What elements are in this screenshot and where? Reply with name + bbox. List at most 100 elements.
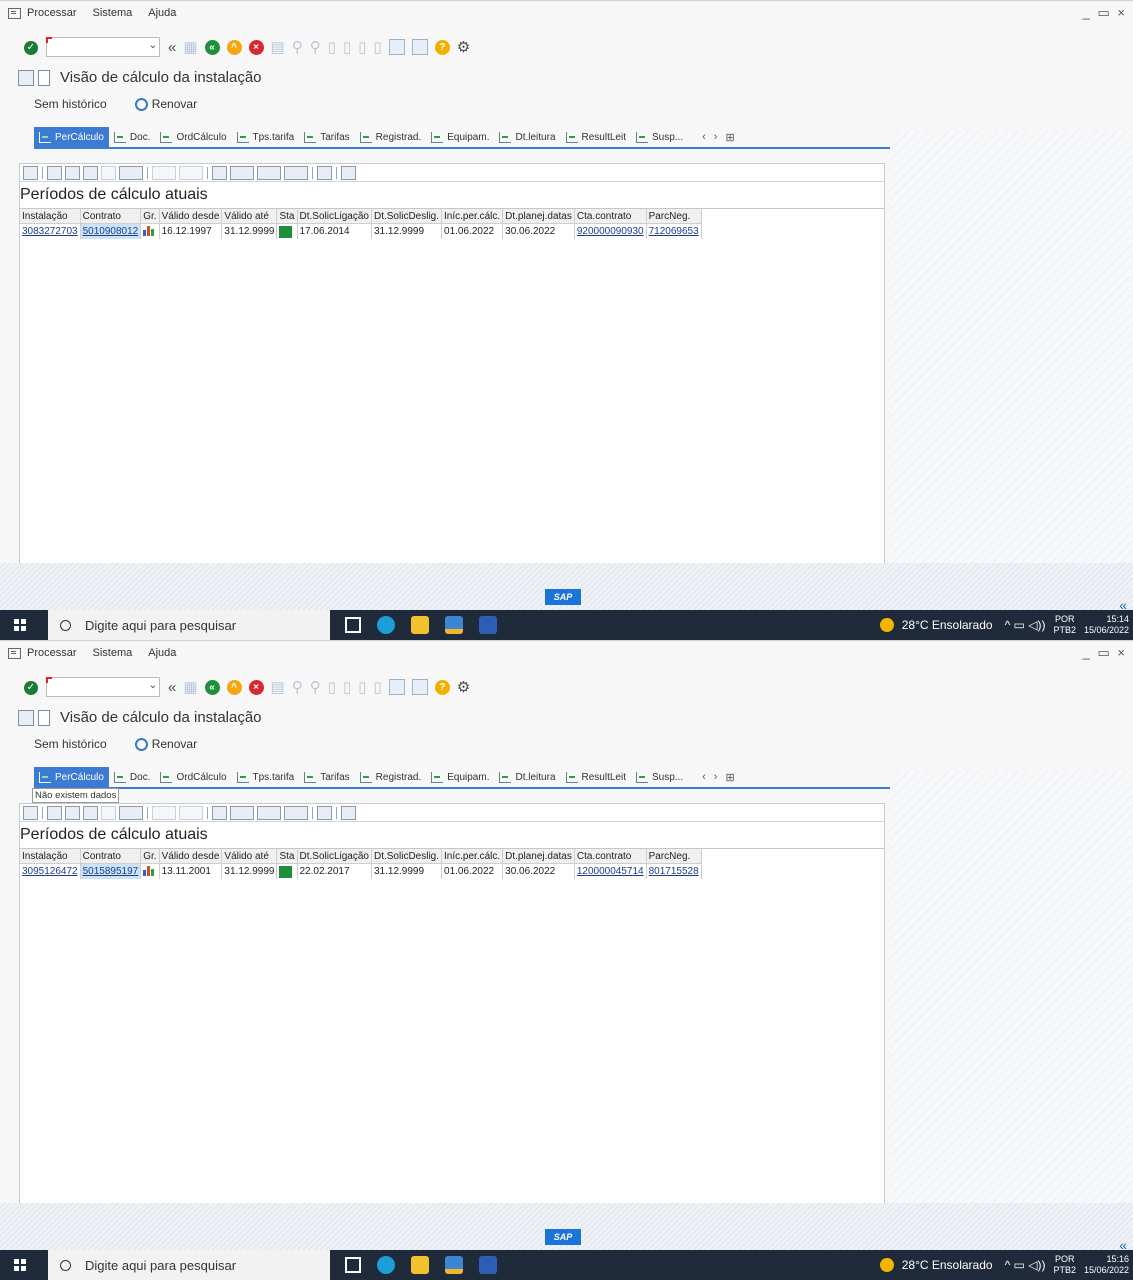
col-header[interactable]: Dt.SolicLigação: [297, 849, 372, 864]
weather-text[interactable]: 28°C Ensolarado: [902, 618, 993, 632]
back-icon[interactable]: «: [204, 39, 220, 55]
exit-icon[interactable]: ^: [226, 679, 242, 695]
col-header[interactable]: Gr.: [140, 209, 160, 224]
instalacao-link[interactable]: 3095126472: [20, 863, 81, 879]
tab-susp[interactable]: Susp...: [631, 127, 688, 147]
col-header[interactable]: Gr.: [140, 849, 160, 864]
print-icon[interactable]: ▤: [271, 678, 285, 696]
last-page-icon[interactable]: ▯: [374, 678, 382, 696]
shortcut-icon[interactable]: [411, 39, 428, 55]
language-indicator[interactable]: POR PTB2: [1053, 1254, 1076, 1276]
col-header[interactable]: Dt.SolicLigação: [297, 209, 372, 224]
cta-contrato-link[interactable]: 120000045714: [574, 863, 647, 879]
tab-ordcalculo[interactable]: OrdCálculo: [155, 127, 231, 147]
help-icon[interactable]: ?: [434, 679, 450, 695]
sem-historico-button[interactable]: Sem histórico: [34, 737, 107, 751]
menu-ajuda[interactable]: Ajuda: [148, 647, 176, 659]
tab-next-icon[interactable]: ›: [714, 771, 718, 783]
system-menu-icon[interactable]: [18, 69, 34, 86]
find-icon[interactable]: [83, 805, 98, 820]
tab-equipam[interactable]: Equipam.: [426, 127, 494, 147]
task-view-icon[interactable]: [345, 1257, 361, 1273]
sort-asc-icon[interactable]: [47, 165, 62, 180]
tab-equipam[interactable]: Equipam.: [426, 767, 494, 787]
help-icon[interactable]: ?: [434, 39, 450, 55]
sem-historico-button[interactable]: Sem histórico: [34, 97, 107, 111]
graphic-icon[interactable]: [317, 165, 332, 180]
export-icon[interactable]: [257, 805, 281, 820]
word-icon[interactable]: [479, 616, 497, 634]
tab-doc[interactable]: Doc.: [109, 767, 156, 787]
renovar-button[interactable]: Renovar: [134, 97, 197, 111]
find-icon[interactable]: ⚲: [292, 38, 303, 56]
filter-icon[interactable]: [119, 165, 143, 180]
command-field[interactable]: ⌄: [46, 37, 160, 57]
tab-registrad[interactable]: Registrad.: [355, 127, 427, 147]
tab-dtleitura[interactable]: Dt.leitura: [494, 767, 560, 787]
tab-next-icon[interactable]: ›: [714, 131, 718, 143]
history-back-icon[interactable]: «: [168, 39, 176, 56]
print-icon[interactable]: ▤: [271, 38, 285, 56]
next-page-icon[interactable]: ▯: [358, 38, 366, 56]
word-icon[interactable]: [479, 1256, 497, 1274]
weather-text[interactable]: 28°C Ensolarado: [902, 1258, 993, 1272]
col-header[interactable]: Instalação: [20, 849, 81, 864]
file-explorer-icon[interactable]: [411, 1256, 429, 1274]
details-icon[interactable]: [23, 165, 38, 180]
tab-tpstarifa[interactable]: Tps.tarifa: [232, 127, 300, 147]
export-icon[interactable]: [257, 165, 281, 180]
sort-desc-icon[interactable]: [65, 165, 80, 180]
taskbar-search[interactable]: Digite aqui para pesquisar: [48, 610, 330, 640]
tray-icons[interactable]: ^ ▭ ◁)): [1005, 618, 1046, 632]
settings-gear-icon[interactable]: ⚙: [457, 678, 470, 696]
col-header[interactable]: Iníc.per.cálc.: [441, 209, 504, 224]
menu-sistema[interactable]: Sistema: [93, 7, 133, 19]
menu-sistema[interactable]: Sistema: [93, 647, 133, 659]
tab-registrad[interactable]: Registrad.: [355, 767, 427, 787]
col-header[interactable]: Válido até: [221, 849, 278, 864]
tab-prev-icon[interactable]: ‹: [702, 131, 706, 143]
first-page-icon[interactable]: ▯: [328, 678, 336, 696]
system-menu-dropdown[interactable]: [38, 709, 50, 726]
menu-processar[interactable]: Processar: [8, 647, 77, 659]
layout-icon[interactable]: [284, 165, 308, 180]
windows-start-icon[interactable]: [14, 1259, 26, 1271]
find-icon[interactable]: ⚲: [292, 678, 303, 696]
file-explorer-icon[interactable]: [411, 616, 429, 634]
sap-logon-icon[interactable]: [445, 616, 463, 634]
tab-percalculo[interactable]: PerCálculo: [34, 767, 109, 787]
renovar-button[interactable]: Renovar: [134, 737, 197, 751]
chevron-down-icon[interactable]: ⌄: [149, 680, 157, 691]
find-next-icon[interactable]: ⚲: [310, 38, 321, 56]
find-icon[interactable]: [83, 165, 98, 180]
enter-check-icon[interactable]: ✓: [24, 41, 38, 55]
col-header[interactable]: Válido até: [221, 209, 278, 224]
filter-icon[interactable]: [119, 805, 143, 820]
tab-list-icon[interactable]: ⊞: [725, 131, 734, 144]
sum-icon[interactable]: [152, 165, 176, 180]
windows-start-icon[interactable]: [14, 619, 26, 631]
tab-resultleit[interactable]: ResultLeit: [561, 127, 631, 147]
col-header[interactable]: ParcNeg.: [646, 209, 702, 224]
info-icon[interactable]: [341, 805, 356, 820]
create-session-icon[interactable]: [388, 679, 405, 695]
shortcut-icon[interactable]: [411, 679, 428, 695]
col-header[interactable]: ParcNeg.: [646, 849, 702, 864]
cancel-icon[interactable]: ×: [248, 39, 264, 55]
tab-ordcalculo[interactable]: OrdCálculo: [155, 767, 231, 787]
parcneg-link[interactable]: 801715528: [646, 863, 702, 879]
tab-prev-icon[interactable]: ‹: [702, 771, 706, 783]
create-session-icon[interactable]: [388, 39, 405, 55]
command-field[interactable]: ⌄: [46, 677, 160, 697]
views-icon[interactable]: [230, 165, 254, 180]
find-next-icon[interactable]: ⚲: [310, 678, 321, 696]
first-page-icon[interactable]: ▯: [328, 38, 336, 56]
find-next-icon[interactable]: [101, 805, 116, 820]
info-icon[interactable]: [341, 165, 356, 180]
col-header[interactable]: Válido desde: [159, 849, 223, 864]
col-header[interactable]: Contrato: [80, 849, 142, 864]
subtotal-icon[interactable]: [179, 805, 203, 820]
exit-icon[interactable]: ^: [226, 39, 242, 55]
prev-page-icon[interactable]: ▯: [343, 678, 351, 696]
col-header[interactable]: Sta: [276, 849, 298, 864]
